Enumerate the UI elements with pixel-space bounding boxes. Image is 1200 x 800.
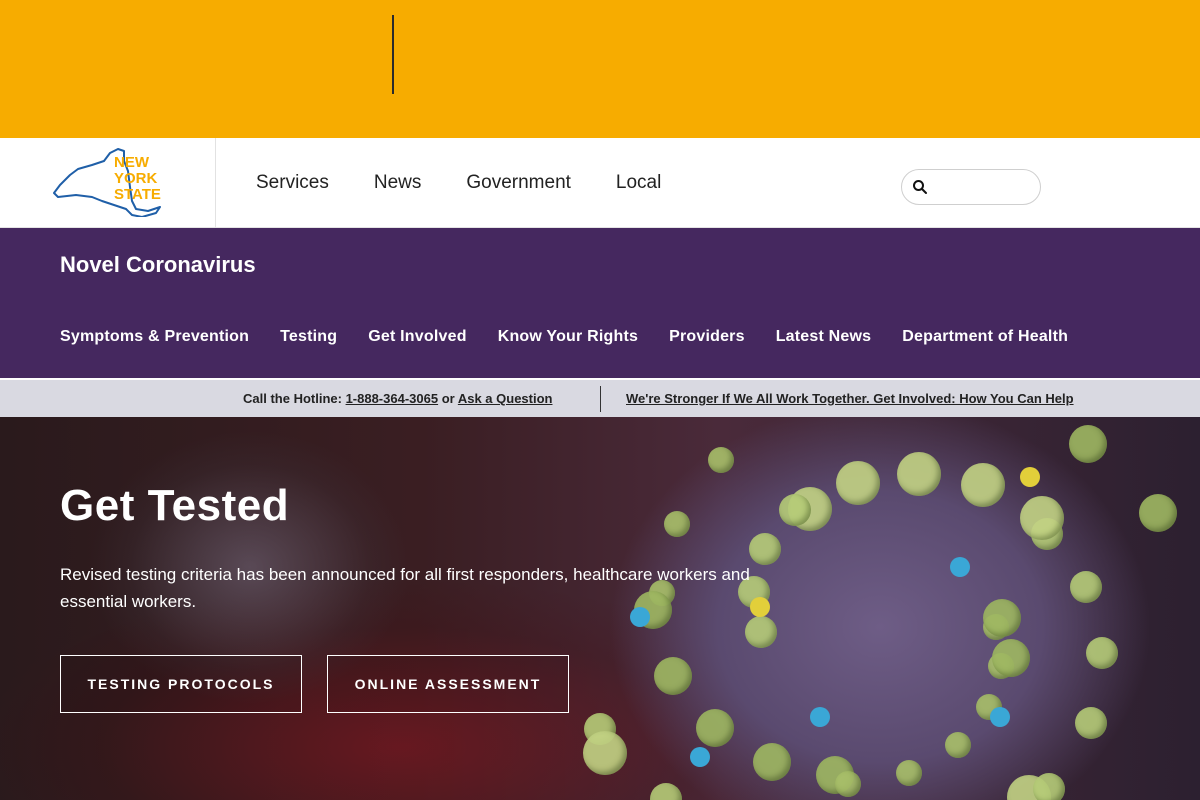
search-box[interactable] xyxy=(901,169,1041,205)
virus-spike xyxy=(653,656,692,695)
virus-spike xyxy=(664,511,691,538)
virus-spike xyxy=(896,452,941,497)
subnav-item-latest-news[interactable]: Latest News xyxy=(776,328,872,346)
logo-word-york: YORK xyxy=(114,170,158,187)
get-involved-cta: We're Stronger If We All Work Together. … xyxy=(626,391,1074,406)
virus-spike xyxy=(778,493,811,526)
online-assessment-button[interactable]: ONLINE ASSESSMENT xyxy=(327,655,569,713)
hotline-strip: Call the Hotline: 1-888-364-3065 or Ask … xyxy=(0,380,1200,417)
virus-spike xyxy=(696,709,735,748)
virus-spike xyxy=(745,615,778,648)
hotline-prefix: Call the Hotline: xyxy=(243,391,346,406)
virus-spike xyxy=(1070,570,1103,603)
search-icon[interactable] xyxy=(912,179,928,195)
virus-spike xyxy=(1068,425,1107,464)
subnav-item-symptoms-prevention[interactable]: Symptoms & Prevention xyxy=(60,328,249,346)
virus-spike xyxy=(896,759,923,786)
nav-item-government[interactable]: Government xyxy=(466,172,571,194)
virus-spike xyxy=(960,463,1005,508)
hero-description: Revised testing criteria has been announ… xyxy=(60,565,750,611)
testing-protocols-button[interactable]: TESTING PROTOCOLS xyxy=(60,655,302,713)
virus-protein-dot xyxy=(1020,467,1040,487)
virus-protein-dot xyxy=(810,707,830,727)
banner-divider xyxy=(392,15,394,94)
virus-spike xyxy=(1033,773,1066,800)
virus-protein-dot xyxy=(950,557,970,577)
hero-title: Get Tested xyxy=(60,481,290,530)
agency-title[interactable]: Novel Coronavirus xyxy=(60,252,256,278)
subnav-item-know-your-rights[interactable]: Know Your Rights xyxy=(498,328,638,346)
nav-item-local[interactable]: Local xyxy=(616,172,661,194)
hotline-divider xyxy=(600,386,601,412)
logo-word-state: STATE xyxy=(114,186,161,203)
search-input[interactable] xyxy=(934,179,1034,195)
virus-spike xyxy=(707,447,734,474)
logo-link[interactable]: NEW YORK STATE xyxy=(0,138,216,228)
virus-spike xyxy=(991,638,1030,677)
virus-spike xyxy=(1086,636,1119,669)
virus-spike xyxy=(582,730,627,775)
agency-subnav: Symptoms & Prevention Testing Get Involv… xyxy=(60,328,1099,346)
hotline-or: or xyxy=(438,391,458,406)
subnav-item-department-of-health[interactable]: Department of Health xyxy=(902,328,1068,346)
subnav-item-providers[interactable]: Providers xyxy=(669,328,745,346)
subnav-item-testing[interactable]: Testing xyxy=(280,328,337,346)
subnav-item-get-involved[interactable]: Get Involved xyxy=(368,328,466,346)
ask-question-link[interactable]: Ask a Question xyxy=(458,391,553,406)
logo-word-new: NEW xyxy=(114,154,150,171)
virus-spike xyxy=(649,783,682,800)
nav-item-news[interactable]: News xyxy=(374,172,422,194)
virus-protein-dot xyxy=(990,707,1010,727)
virus-protein-dot xyxy=(690,747,710,767)
nys-logo: NEW YORK STATE xyxy=(53,148,161,217)
virus-spike xyxy=(1020,495,1065,540)
hotline-phone-link[interactable]: 1-888-364-3065 xyxy=(346,391,439,406)
main-nav: Services News Government Local xyxy=(256,138,706,228)
alert-banner xyxy=(0,0,1200,138)
agency-bar: Novel Coronavirus Symptoms & Prevention … xyxy=(0,228,1200,378)
virus-spike xyxy=(944,732,971,759)
hero-banner: Get Tested Revised testing criteria has … xyxy=(0,417,1200,800)
hotline-text: Call the Hotline: 1-888-364-3065 or Ask … xyxy=(243,391,552,406)
site-header: NEW YORK STATE Services News Government … xyxy=(0,138,1200,228)
virus-spike xyxy=(982,598,1021,637)
virus-spike xyxy=(1074,707,1107,740)
virus-spike xyxy=(1139,494,1178,533)
nav-item-services[interactable]: Services xyxy=(256,172,329,194)
virus-spike xyxy=(836,461,881,506)
get-involved-link[interactable]: We're Stronger If We All Work Together. … xyxy=(626,391,1074,406)
virus-spike xyxy=(753,743,792,782)
virus-spike xyxy=(835,771,862,798)
